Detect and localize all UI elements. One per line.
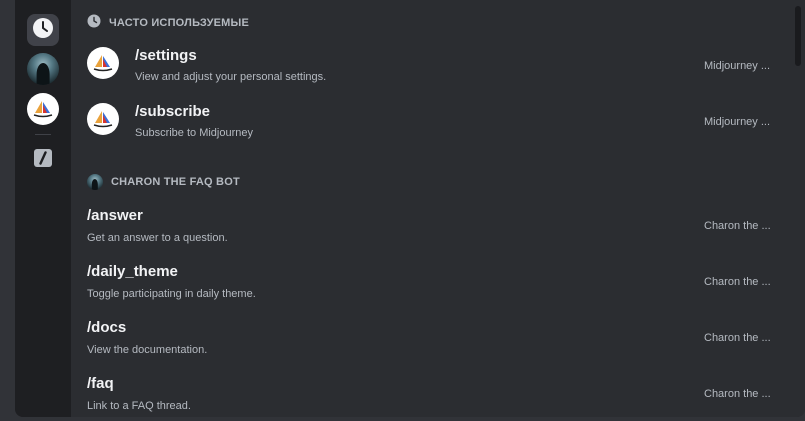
command-source: Midjourney ... (704, 116, 771, 128)
command-name: /subscribe (135, 103, 211, 120)
command-description: Get an answer to a question. (87, 232, 228, 244)
charon-avatar (87, 174, 103, 190)
command-source: Midjourney ... (704, 60, 771, 72)
rail-charon-bot-button[interactable] (27, 53, 59, 85)
command-source: Charon the ... (704, 220, 771, 232)
command-description: View and adjust your personal settings. (135, 71, 327, 83)
command-row-daily-theme[interactable]: /daily_theme Toggle participating in dai… (71, 254, 791, 310)
clock-icon (87, 14, 101, 31)
section-title: CHARON THE FAQ BOT (111, 176, 240, 188)
command-name: /settings (135, 47, 197, 64)
command-source: Charon the ... (704, 276, 771, 288)
command-picker-popup: ЧАСТО ИСПОЛЬЗУЕМЫЕ /settings View and ad… (15, 0, 805, 417)
midjourney-sailboat-icon (93, 55, 113, 72)
app-rail (15, 0, 71, 417)
command-name: /docs (87, 319, 127, 336)
rail-builtin-commands-button[interactable] (27, 144, 59, 176)
command-name: /answer (87, 207, 143, 224)
midjourney-avatar (87, 47, 119, 79)
command-name: /faq (87, 375, 114, 392)
rail-midjourney-button[interactable] (27, 93, 59, 125)
midjourney-sailboat-icon (33, 101, 53, 118)
command-description: Subscribe to Midjourney (135, 127, 254, 139)
scrollbar-thumb[interactable] (795, 6, 801, 66)
midjourney-avatar (27, 93, 59, 125)
slash-command-icon (33, 148, 53, 173)
midjourney-sailboat-icon (93, 111, 113, 128)
command-description: Link to a FAQ thread. (87, 400, 191, 412)
rail-separator (35, 134, 51, 135)
command-name: /daily_theme (87, 263, 178, 280)
section-header-charon: CHARON THE FAQ BOT (87, 174, 240, 190)
clock-icon (32, 17, 54, 44)
section-header-frequent: ЧАСТО ИСПОЛЬЗУЕМЫЕ (87, 14, 249, 31)
command-row-settings[interactable]: /settings View and adjust your personal … (71, 38, 791, 94)
command-source: Charon the ... (704, 332, 771, 344)
command-list: ЧАСТО ИСПОЛЬЗУЕМЫЕ /settings View and ad… (71, 0, 791, 417)
command-row-subscribe[interactable]: /subscribe Subscribe to Midjourney Midjo… (71, 94, 791, 150)
command-row-answer[interactable]: /answer Get an answer to a question. Cha… (71, 198, 791, 254)
command-source: Charon the ... (704, 388, 771, 400)
command-description: Toggle participating in daily theme. (87, 288, 256, 300)
rail-frequently-used-button[interactable] (27, 14, 59, 46)
command-description: View the documentation. (87, 344, 208, 356)
charon-avatar (27, 53, 59, 85)
command-row-faq[interactable]: /faq Link to a FAQ thread. Charon the ..… (71, 366, 791, 417)
section-title: ЧАСТО ИСПОЛЬЗУЕМЫЕ (109, 16, 250, 29)
scrollbar-track[interactable] (791, 0, 805, 417)
command-row-docs[interactable]: /docs View the documentation. Charon the… (71, 310, 791, 366)
midjourney-avatar (87, 103, 119, 135)
